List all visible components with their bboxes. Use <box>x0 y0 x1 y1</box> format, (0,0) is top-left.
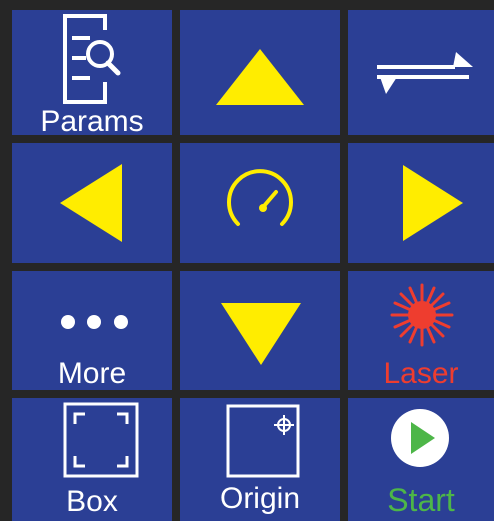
params-button[interactable]: Params <box>12 10 172 138</box>
move-left-button[interactable] <box>12 143 172 263</box>
control-pad: Params More Laser Box Origin Start <box>0 0 494 521</box>
params-label: Params <box>40 105 144 138</box>
origin-button[interactable]: Origin <box>180 398 340 521</box>
laser-label: Laser <box>383 357 459 390</box>
start-button[interactable]: Start <box>348 398 494 521</box>
speedometer-icon <box>227 169 293 226</box>
move-right-button[interactable] <box>348 143 494 263</box>
box-label: Box <box>66 485 118 518</box>
origin-label: Origin <box>219 482 301 515</box>
start-label: Start <box>387 482 455 518</box>
arrow-down-icon <box>221 303 301 365</box>
box-button[interactable]: Box <box>12 398 172 521</box>
arrow-right-icon <box>403 165 463 241</box>
laser-button[interactable]: Laser <box>348 271 494 390</box>
swap-direction-icon <box>377 52 473 94</box>
swap-direction-button[interactable] <box>348 10 494 135</box>
move-down-button[interactable] <box>180 271 340 390</box>
arrow-up-icon <box>216 49 304 105</box>
speed-button[interactable] <box>180 143 340 263</box>
more-label: More <box>57 357 127 390</box>
arrow-left-icon <box>60 164 122 242</box>
move-up-button[interactable] <box>180 10 340 135</box>
more-button[interactable]: More <box>12 271 172 390</box>
